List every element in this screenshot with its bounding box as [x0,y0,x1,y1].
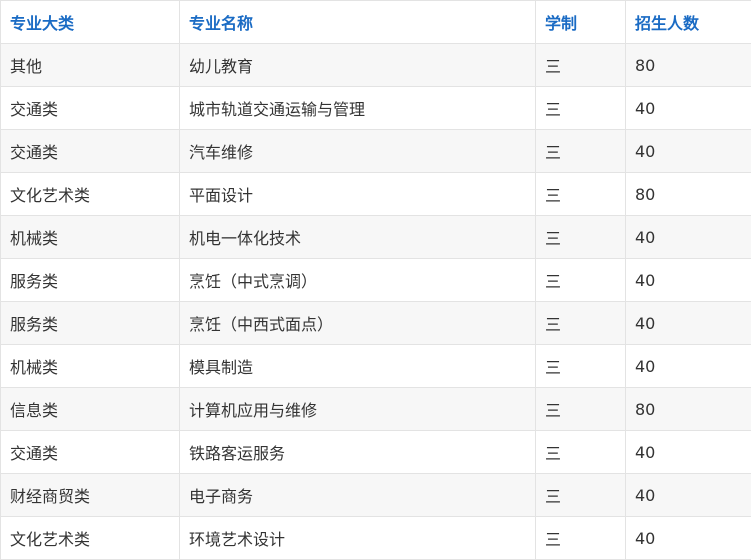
cell-category: 其他 [1,44,180,87]
cell-duration: 三 [536,130,626,173]
cell-enrollment: 40 [626,130,751,173]
table-row: 其他 幼儿教育 三 80 [1,44,751,87]
table-body: 其他 幼儿教育 三 80 交通类 城市轨道交通运输与管理 三 40 交通类 汽车… [1,44,751,560]
cell-category: 服务类 [1,259,180,302]
cell-duration: 三 [536,259,626,302]
cell-category: 交通类 [1,431,180,474]
header-row: 专业大类 专业名称 学制 招生人数 [1,1,751,44]
cell-enrollment: 40 [626,474,751,517]
cell-major-name: 城市轨道交通运输与管理 [180,87,536,130]
table-header: 专业大类 专业名称 学制 招生人数 [1,1,751,44]
header-enrollment: 招生人数 [626,1,751,44]
cell-category: 财经商贸类 [1,474,180,517]
cell-duration: 三 [536,474,626,517]
cell-category: 机械类 [1,216,180,259]
cell-duration: 三 [536,302,626,345]
header-major-name: 专业名称 [180,1,536,44]
cell-major-name: 电子商务 [180,474,536,517]
cell-category: 机械类 [1,345,180,388]
header-category: 专业大类 [1,1,180,44]
table-row: 交通类 汽车维修 三 40 [1,130,751,173]
cell-major-name: 平面设计 [180,173,536,216]
table-row: 机械类 模具制造 三 40 [1,345,751,388]
table-row: 文化艺术类 环境艺术设计 三 40 [1,517,751,560]
cell-major-name: 计算机应用与维修 [180,388,536,431]
enrollment-table: 专业大类 专业名称 学制 招生人数 其他 幼儿教育 三 80 交通类 城市轨道交… [0,0,751,560]
cell-major-name: 烹饪（中式烹调） [180,259,536,302]
cell-enrollment: 40 [626,431,751,474]
cell-major-name: 机电一体化技术 [180,216,536,259]
cell-enrollment: 40 [626,517,751,560]
table-row: 文化艺术类 平面设计 三 80 [1,173,751,216]
cell-duration: 三 [536,87,626,130]
cell-duration: 三 [536,44,626,87]
table-row: 交通类 铁路客运服务 三 40 [1,431,751,474]
table-row: 服务类 烹饪（中式烹调） 三 40 [1,259,751,302]
cell-enrollment: 80 [626,44,751,87]
table-row: 服务类 烹饪（中西式面点） 三 40 [1,302,751,345]
cell-enrollment: 80 [626,388,751,431]
cell-duration: 三 [536,517,626,560]
header-duration: 学制 [536,1,626,44]
cell-duration: 三 [536,345,626,388]
cell-category: 服务类 [1,302,180,345]
cell-major-name: 烹饪（中西式面点） [180,302,536,345]
cell-duration: 三 [536,431,626,474]
table-row: 信息类 计算机应用与维修 三 80 [1,388,751,431]
cell-major-name: 铁路客运服务 [180,431,536,474]
cell-enrollment: 40 [626,87,751,130]
cell-category: 交通类 [1,87,180,130]
cell-category: 文化艺术类 [1,517,180,560]
cell-category: 交通类 [1,130,180,173]
cell-duration: 三 [536,388,626,431]
cell-major-name: 幼儿教育 [180,44,536,87]
cell-enrollment: 40 [626,302,751,345]
cell-duration: 三 [536,216,626,259]
table-row: 财经商贸类 电子商务 三 40 [1,474,751,517]
cell-enrollment: 80 [626,173,751,216]
table-row: 机械类 机电一体化技术 三 40 [1,216,751,259]
cell-major-name: 环境艺术设计 [180,517,536,560]
cell-enrollment: 40 [626,216,751,259]
cell-enrollment: 40 [626,259,751,302]
cell-major-name: 模具制造 [180,345,536,388]
cell-duration: 三 [536,173,626,216]
cell-category: 信息类 [1,388,180,431]
table-row: 交通类 城市轨道交通运输与管理 三 40 [1,87,751,130]
cell-category: 文化艺术类 [1,173,180,216]
cell-major-name: 汽车维修 [180,130,536,173]
cell-enrollment: 40 [626,345,751,388]
